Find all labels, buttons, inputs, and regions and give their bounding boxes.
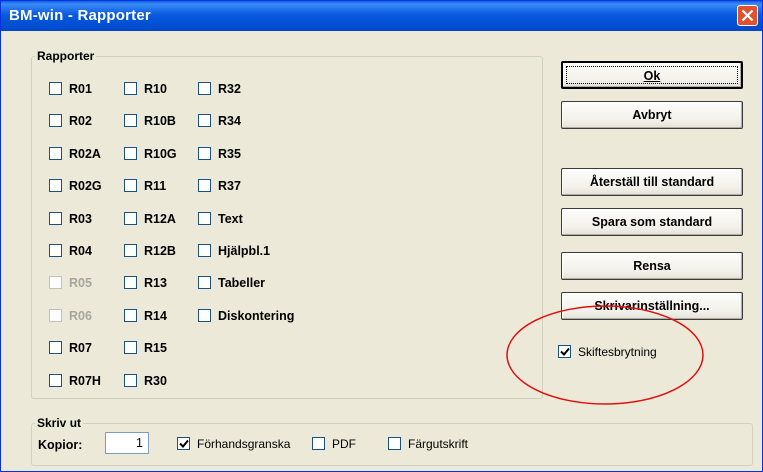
report-checkbox-box[interactable] — [198, 114, 211, 127]
report-checkbox-label: R34 — [218, 114, 241, 128]
reset-default-button-label: Återställ till standard — [589, 175, 715, 189]
save-default-button-label: Spara som standard — [591, 215, 713, 229]
report-checkbox-label: R02G — [69, 179, 102, 193]
report-checkbox-box[interactable] — [198, 276, 211, 289]
reports-group: Rapporter — [31, 49, 543, 399]
report-checkbox-box[interactable] — [49, 341, 62, 354]
close-icon — [741, 9, 754, 22]
report-checkbox-label: Diskontering — [218, 309, 295, 323]
close-button[interactable] — [737, 5, 758, 26]
reset-default-button[interactable]: Återställ till standard — [561, 168, 743, 196]
preview-checkbox-box[interactable] — [177, 437, 190, 450]
report-checkbox-label: R10G — [144, 147, 177, 161]
report-checkbox-box[interactable] — [49, 114, 62, 127]
report-checkbox-box — [49, 309, 62, 322]
color-print-label: Färgutskrift — [408, 437, 469, 451]
report-checkbox-label: R32 — [218, 82, 241, 96]
report-checkbox-label: R14 — [144, 309, 167, 323]
report-checkbox-box[interactable] — [49, 179, 62, 192]
copies-input[interactable]: 1 — [105, 432, 149, 454]
report-checkbox-label: R02 — [69, 114, 92, 128]
pdf-label: PDF — [332, 437, 356, 451]
report-checkbox-box[interactable] — [124, 212, 137, 225]
report-checkbox-label: Text — [218, 212, 243, 226]
print-legend: Skriv ut — [37, 416, 82, 430]
report-checkbox-box[interactable] — [49, 374, 62, 387]
pdf-checkbox-box[interactable] — [312, 437, 325, 450]
checkmark-icon — [179, 439, 189, 448]
report-checkbox-label: Hjälpbl.1 — [218, 244, 271, 258]
window-title: BM-win - Rapporter — [9, 7, 151, 24]
report-checkbox-label: R12A — [144, 212, 176, 226]
report-checkbox-label: R03 — [69, 212, 92, 226]
clear-button[interactable]: Rensa — [561, 252, 743, 280]
page-break-checkbox-box[interactable] — [558, 345, 571, 358]
report-checkbox-box[interactable] — [124, 114, 137, 127]
report-checkbox-box[interactable] — [124, 82, 137, 95]
report-checkbox-label: R07H — [69, 374, 101, 388]
report-checkbox-label: R30 — [144, 374, 167, 388]
report-checkbox-box[interactable] — [124, 147, 137, 160]
save-default-button[interactable]: Spara som standard — [561, 208, 743, 236]
report-checkbox-label: R02A — [69, 147, 101, 161]
report-checkbox-label: R10 — [144, 82, 167, 96]
printer-settings-button[interactable]: Skrivarinställning... — [561, 292, 743, 320]
preview-label: Förhandsgranska — [197, 437, 291, 451]
report-checkbox-label: R12B — [144, 244, 176, 258]
report-checkbox-box[interactable] — [124, 341, 137, 354]
printer-settings-button-label: Skrivarinställning... — [594, 299, 710, 313]
report-checkbox-label: R10B — [144, 114, 176, 128]
report-checkbox-label: R11 — [144, 179, 167, 193]
report-checkbox-label: R04 — [69, 244, 92, 258]
report-checkbox-box[interactable] — [198, 82, 211, 95]
report-checkbox-label: R13 — [144, 276, 167, 290]
clear-button-label: Rensa — [633, 259, 671, 273]
color-print-checkbox-box[interactable] — [388, 437, 401, 450]
report-checkbox-box[interactable] — [49, 212, 62, 225]
checkmark-icon — [560, 347, 570, 356]
report-checkbox-box[interactable] — [198, 244, 211, 257]
ok-button-label: Ok — [643, 69, 661, 83]
report-checkbox-label: R35 — [218, 147, 241, 161]
report-checkbox-box — [49, 276, 62, 289]
report-checkbox-label: R15 — [144, 341, 167, 355]
report-checkbox-box[interactable] — [124, 309, 137, 322]
report-checkbox-label: Tabeller — [218, 276, 266, 290]
cancel-button-label: Avbryt — [632, 108, 672, 122]
report-checkbox-box[interactable] — [198, 179, 211, 192]
reports-legend: Rapporter — [37, 49, 95, 63]
report-checkbox-label: R07 — [69, 341, 92, 355]
report-checkbox-label: R37 — [218, 179, 241, 193]
report-checkbox-box[interactable] — [49, 147, 62, 160]
report-checkbox-box[interactable] — [124, 244, 137, 257]
cancel-button[interactable]: Avbryt — [561, 101, 743, 129]
title-bar[interactable]: BM-win - Rapporter — [1, 1, 762, 31]
report-checkbox-box[interactable] — [124, 276, 137, 289]
report-checkbox-box[interactable] — [49, 244, 62, 257]
report-checkbox-label: R01 — [69, 82, 92, 96]
report-checkbox-box[interactable] — [49, 82, 62, 95]
report-checkbox-box[interactable] — [124, 374, 137, 387]
report-checkbox-box[interactable] — [198, 212, 211, 225]
report-checkbox-label: R05 — [69, 276, 92, 290]
report-checkbox-box[interactable] — [198, 147, 211, 160]
report-checkbox-box[interactable] — [124, 179, 137, 192]
copies-label: Kopior: — [38, 438, 83, 452]
report-checkbox-box[interactable] — [198, 309, 211, 322]
dialog-window: BM-win - Rapporter Rapporter R01 R02 R02A R… — [0, 0, 763, 472]
report-checkbox-label: R06 — [69, 309, 92, 323]
ok-button[interactable]: Ok — [561, 61, 743, 89]
page-break-label: Skiftesbrytning — [578, 345, 657, 359]
